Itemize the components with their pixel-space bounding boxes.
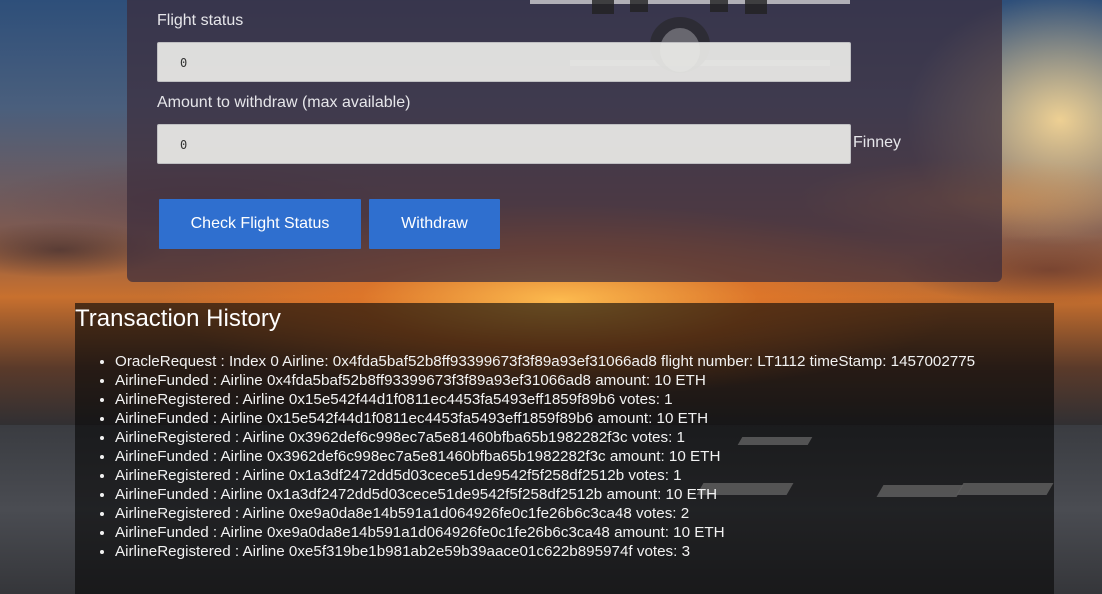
list-item: AirlineFunded : Airline 0xe9a0da8e14b591…	[115, 523, 975, 542]
withdraw-amount-input[interactable]: 0	[157, 124, 851, 164]
withdraw-unit-label: Finney	[853, 134, 902, 151]
list-item: AirlineRegistered : Airline 0x3962def6c9…	[115, 428, 975, 447]
list-item: OracleRequest : Index 0 Airline: 0x4fda5…	[115, 352, 975, 371]
list-item: AirlineRegistered : Airline 0x15e542f44d…	[115, 390, 975, 409]
check-flight-status-button[interactable]: Check Flight Status	[159, 199, 361, 249]
list-item: AirlineRegistered : Airline 0xe5f319be1b…	[115, 542, 975, 561]
list-item: AirlineFunded : Airline 0x3962def6c998ec…	[115, 447, 975, 466]
transaction-history-list: OracleRequest : Index 0 Airline: 0x4fda5…	[75, 352, 975, 561]
list-item: AirlineFunded : Airline 0x15e542f44d1f08…	[115, 409, 975, 428]
withdraw-button[interactable]: Withdraw	[369, 199, 500, 249]
list-item: AirlineRegistered : Airline 0x1a3df2472d…	[115, 466, 975, 485]
flight-status-input[interactable]: 0	[157, 42, 851, 82]
flight-status-label: Flight status	[157, 12, 244, 29]
list-item: AirlineFunded : Airline 0x4fda5baf52b8ff…	[115, 371, 975, 390]
list-item: AirlineFunded : Airline 0x1a3df2472dd5d0…	[115, 485, 975, 504]
withdraw-amount-label: Amount to withdraw (max available)	[157, 94, 411, 111]
transaction-history-title: Transaction History	[75, 305, 281, 332]
list-item: AirlineRegistered : Airline 0xe9a0da8e14…	[115, 504, 975, 523]
transaction-history-panel: Transaction History OracleRequest : Inde…	[75, 303, 1054, 594]
